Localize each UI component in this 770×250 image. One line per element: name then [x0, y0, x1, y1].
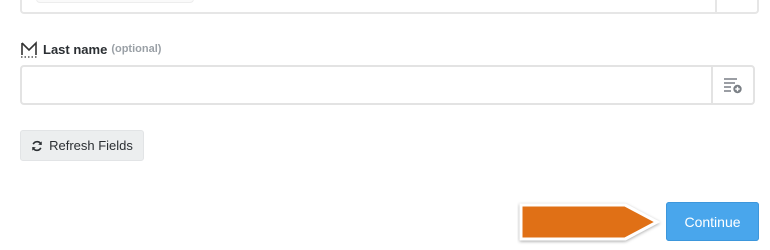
- optional-tag: (optional): [111, 43, 162, 55]
- gmail-icon: [21, 41, 37, 58]
- continue-button[interactable]: Continue: [666, 202, 759, 241]
- previous-field-side-divider: [715, 0, 717, 12]
- insert-data-icon: [724, 78, 742, 94]
- last-name-input[interactable]: [22, 67, 712, 103]
- refresh-fields-button[interactable]: Refresh Fields: [20, 130, 144, 161]
- continue-label: Continue: [684, 213, 741, 230]
- last-name-label-row: Last name (optional): [20, 40, 161, 58]
- refresh-fields-label: Refresh Fields: [49, 138, 133, 153]
- last-name-field: [20, 65, 755, 105]
- previous-field-chip: [36, 0, 194, 3]
- previous-field-input[interactable]: [20, 0, 759, 14]
- refresh-icon: [32, 140, 43, 151]
- insert-data-button[interactable]: [711, 67, 753, 103]
- pointer-arrow-annotation: [519, 203, 661, 241]
- last-name-label: Last name: [43, 41, 108, 57]
